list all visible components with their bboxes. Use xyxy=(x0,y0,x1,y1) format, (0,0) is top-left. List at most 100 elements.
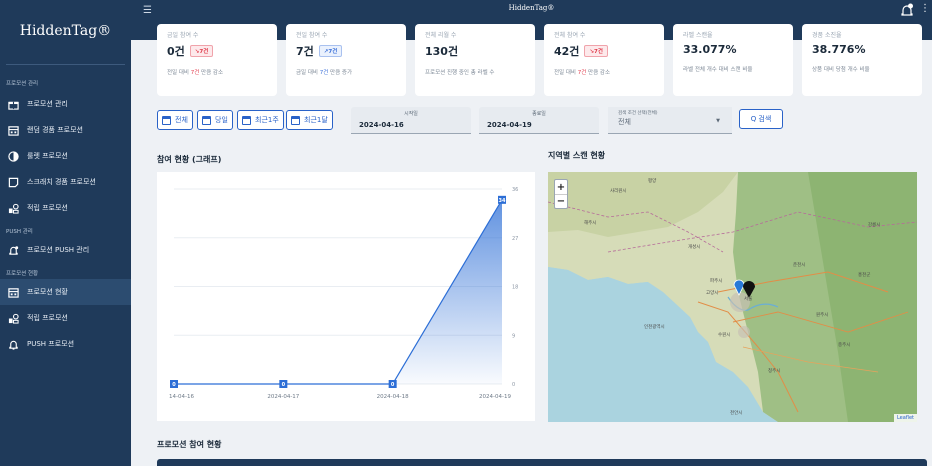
sidebar-item-points[interactable]: 적립 프로모션 xyxy=(0,195,131,221)
map-place-label: 개성시 xyxy=(688,245,701,250)
select-label: 검색 조건 선택(전체) xyxy=(618,111,658,116)
sidebar: HiddenTag® 프로모션 관리 프로모션 관리 랜덤 경품 프로모션 룰렛… xyxy=(0,0,131,466)
map-place-label: 충주시 xyxy=(838,343,851,348)
stat-value-text: 33.077% xyxy=(683,43,737,56)
notification-bell-icon[interactable] xyxy=(900,2,914,16)
filter-label: 당일 xyxy=(215,116,228,124)
zoom-in-button[interactable]: + xyxy=(555,180,567,194)
sidebar-item-promotion-manage[interactable]: 프로모션 관리 xyxy=(0,91,131,117)
bell-icon xyxy=(7,244,19,256)
sidebar-item-label: 프로모션 현황 xyxy=(27,288,68,296)
sidebar-item-label: 룰렛 프로모션 xyxy=(27,152,68,160)
map-place-label: 서울 xyxy=(744,297,753,302)
area-fill xyxy=(174,199,502,384)
stat-sub-pre: 전일 대비 xyxy=(167,70,191,76)
map-place-label: 청주시 xyxy=(768,369,781,374)
map-place-label: 해주시 xyxy=(584,221,597,226)
start-date-field[interactable]: 시작일 2024-04-16 xyxy=(351,107,471,134)
more-icon[interactable]: ⋮ xyxy=(920,3,930,14)
sidebar-item-label: 랜덤 경품 프로모션 xyxy=(27,126,83,134)
stat-subtext: 라벨 전체 개수 대비 스캔 비율 xyxy=(683,67,753,73)
stat-value-text: 130건 xyxy=(425,45,459,58)
map-place-label: 인천광역시 xyxy=(644,325,665,330)
filter-all-button[interactable]: 전체 xyxy=(157,110,193,130)
sidebar-item-label: 스크래치 경품 프로모션 xyxy=(27,178,96,186)
stat-card-prize-rate: 경품 소진율 38.776% 상품 대비 당첨 개수 비율 xyxy=(802,24,922,96)
filter-today-button[interactable]: 당일 xyxy=(197,110,233,130)
map-section-title: 지역별 스캔 현황 xyxy=(548,151,606,160)
roulette-icon xyxy=(7,150,19,162)
sidebar-item-roulette[interactable]: 룰렛 프로모션 xyxy=(0,143,131,169)
sidebar-item-random-prize[interactable]: 랜덤 경품 프로모션 xyxy=(0,117,131,143)
x-tick-label: 2024-04-18 xyxy=(377,394,409,400)
stat-sub-pre: 금일 대비 xyxy=(296,70,320,76)
stat-card-today: 금일 참여 수 0건 ↘7건 전일 대비 7건 만큼 감소 xyxy=(157,24,277,96)
brand-logo[interactable]: HiddenTag® xyxy=(0,0,131,62)
stats-row: 금일 참여 수 0건 ↘7건 전일 대비 7건 만큼 감소 전일 참여 수 7건 ↗… xyxy=(157,24,927,96)
end-date-field[interactable]: 종료일 2024-04-19 xyxy=(479,107,599,134)
chevron-down-icon: ▼ xyxy=(716,118,720,124)
stat-sub-post: 만큼 감소 xyxy=(586,70,611,76)
stat-subtext: 금일 대비 7건 만큼 증가 xyxy=(296,68,396,76)
y-tick-label: 9 xyxy=(512,333,515,339)
table-section-title: 프로모션 참여 현황 xyxy=(157,440,222,449)
stat-sub-post: 만큼 증가 xyxy=(328,70,353,76)
brand-text: HiddenTag® xyxy=(19,23,112,39)
trend-up-badge: ↗7건 xyxy=(318,45,343,57)
participation-chart: 0 0 0 34 0 9 18 27 36 14-04-16 2024-04-17 2024-04-… xyxy=(157,172,535,421)
stat-value: 38.776% xyxy=(812,43,912,56)
end-date-label: 종료일 xyxy=(532,111,546,117)
stat-subtext: 전일 대비 7건 만큼 감소 xyxy=(167,68,267,76)
stat-label: 금일 참여 수 xyxy=(167,32,199,39)
region-scan-map[interactable]: + − 평양 사리원시 해주시 개성시 파주시 고양시 서울 인천광역시 수원시 천안시 춘천시 원주… xyxy=(548,172,917,422)
stat-value-text: 38.776% xyxy=(812,43,866,56)
search-condition-select[interactable]: 검색 조건 선택(전체) 전체 ▼ xyxy=(608,107,732,134)
map-place-label: 홍천군 xyxy=(858,273,871,278)
x-tick-label: 2024-04-19 xyxy=(479,394,511,400)
stat-card-scan-rate: 라벨 스캔율 33.077% 라벨 전체 개수 대비 스캔 비율 xyxy=(673,24,793,96)
sidebar-item-push-promotion[interactable]: PUSH 프로모션 xyxy=(0,331,131,357)
y-tick-label: 36 xyxy=(512,187,518,193)
x-tick-label: 2024-04-17 xyxy=(267,394,299,400)
gift-box-icon xyxy=(7,286,19,298)
stat-card-yesterday: 전일 참여 수 7건 ↗7건 금일 대비 7건 만큼 증가 xyxy=(286,24,406,96)
map-place-label: 원주시 xyxy=(816,313,829,318)
sidebar-item-scratch[interactable]: 스크래치 경품 프로모션 xyxy=(0,169,131,195)
trend-down-badge: ↘7건 xyxy=(189,45,214,57)
stat-label: 전체 리월 수 xyxy=(425,32,457,39)
map-zoom-control: + − xyxy=(554,179,568,209)
search-button[interactable]: Q 검색 xyxy=(739,109,783,129)
leaflet-attribution[interactable]: Leaflet xyxy=(893,414,917,422)
sidebar-item-promotion-status[interactable]: 프로모션 현황 xyxy=(0,279,131,305)
filter-bar: 전체 당일 최근1주 최근1달 시작일 2024-04-16 종료일 2024-… xyxy=(157,107,927,135)
map-place-label: 고양시 xyxy=(706,291,719,296)
map-place-label: 천안시 xyxy=(730,411,743,416)
gift-icon xyxy=(7,98,19,110)
stat-value: 130건 xyxy=(425,43,525,59)
stat-value: 7건 ↗7건 xyxy=(296,43,396,59)
menu-icon[interactable]: ☰ xyxy=(143,5,152,16)
sidebar-item-label: PUSH 프로모션 xyxy=(27,340,75,348)
sidebar-item-push-manage[interactable]: 프로모션 PUSH 관리 xyxy=(0,237,131,263)
calendar-icon xyxy=(162,115,171,125)
sidebar-item-label: 적립 프로모션 xyxy=(27,314,68,322)
filter-week-button[interactable]: 최근1주 xyxy=(237,110,284,130)
filter-month-button[interactable]: 최근1달 xyxy=(286,110,333,130)
stat-sub-pre: 전일 대비 xyxy=(554,70,578,76)
stat-label: 전일 참여 수 xyxy=(296,32,328,39)
trend-down-badge: ↘7건 xyxy=(584,45,608,57)
point-icon xyxy=(7,202,19,214)
nav-section-push: PUSH 관리 xyxy=(6,229,33,235)
sidebar-item-label: 적립 프로모션 xyxy=(27,204,68,212)
sidebar-item-points-status[interactable]: 적립 프로모션 xyxy=(0,305,131,331)
chart-svg: 0 0 0 34 0 9 18 27 36 14-04-16 2024-04-17 2024-04-… xyxy=(169,187,518,400)
x-tick-label: 14-04-16 xyxy=(169,394,194,400)
end-date-value: 2024-04-19 xyxy=(487,121,532,129)
stat-value-text: 42건 xyxy=(554,45,580,58)
sidebar-item-label: 프로모션 PUSH 관리 xyxy=(27,246,90,254)
zoom-out-button[interactable]: − xyxy=(555,194,567,208)
table-header-bar xyxy=(157,459,927,466)
stat-subtext: 프로모션 진행 중인 총 라벨 수 xyxy=(425,70,495,76)
map-place-label: 파주시 xyxy=(710,279,723,284)
stat-subtext: 상품 대비 당첨 개수 비율 xyxy=(812,67,870,73)
